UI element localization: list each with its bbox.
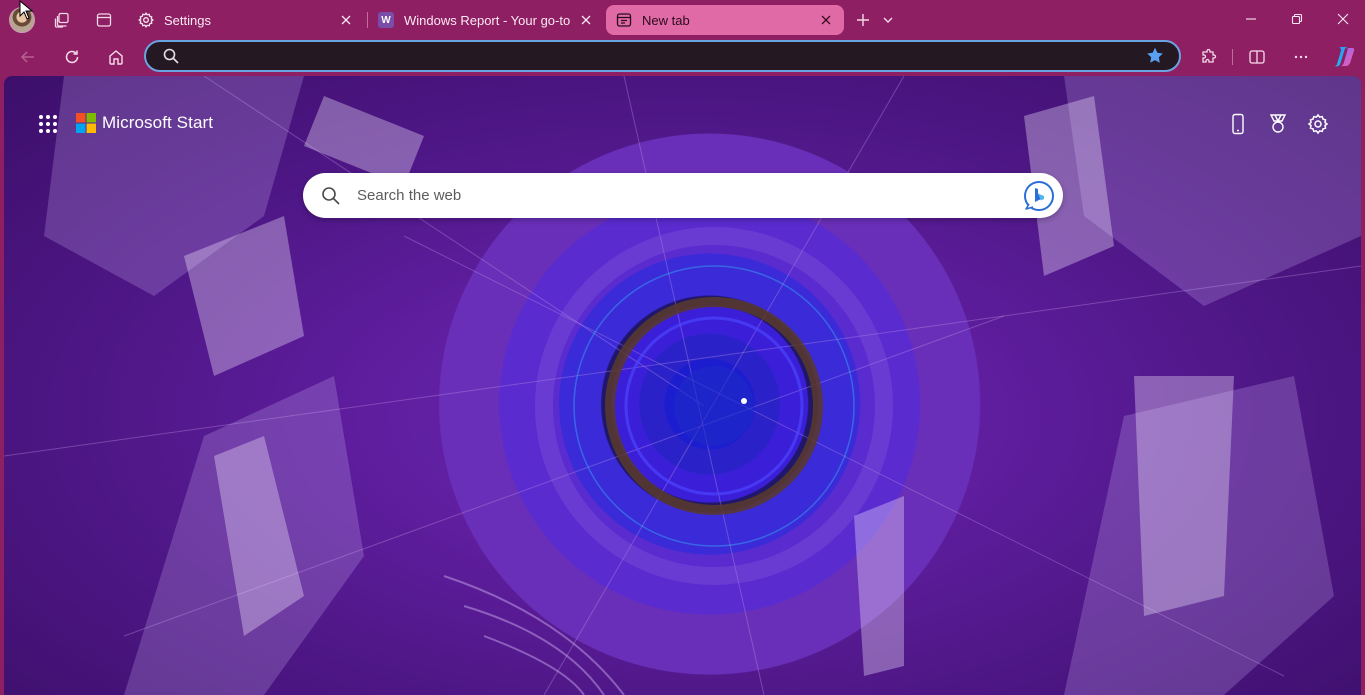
toolbar [0, 38, 1365, 76]
chevron-down-icon [883, 17, 893, 23]
home-icon [109, 50, 123, 65]
address-bar[interactable] [144, 40, 1181, 72]
new-tab-icon [616, 12, 632, 28]
home-button[interactable] [101, 42, 131, 72]
tab-actions-icon [96, 13, 112, 27]
tab-windows-report[interactable]: W Windows Report - Your go-to source [368, 5, 604, 35]
phone-icon [1232, 113, 1244, 135]
background-image [4, 76, 1361, 695]
arrow-left-icon [20, 51, 34, 63]
new-tab-page: Microsoft Start [4, 76, 1361, 695]
vertical-tabs-button[interactable] [90, 6, 118, 34]
windows-report-icon: W [378, 12, 394, 28]
close-icon [1337, 13, 1349, 25]
toolbar-separator [1232, 49, 1233, 65]
apps-grid-icon[interactable] [38, 114, 58, 134]
tab-new-tab[interactable]: New tab [606, 5, 844, 35]
web-search-box[interactable] [303, 173, 1063, 218]
refresh-icon [65, 50, 79, 64]
favorite-star-icon[interactable] [1145, 46, 1165, 66]
tab-settings[interactable]: Settings [128, 5, 364, 35]
close-icon [581, 15, 591, 25]
more-menu-button[interactable] [1286, 42, 1316, 72]
web-search-input[interactable] [341, 173, 1023, 218]
split-screen-button[interactable] [1242, 42, 1272, 72]
mobile-app-button[interactable] [1224, 110, 1252, 138]
close-tab-button[interactable] [818, 12, 834, 28]
rewards-medal-icon [1269, 114, 1287, 133]
minimize-button[interactable] [1228, 0, 1274, 38]
close-tab-button[interactable] [578, 12, 594, 28]
minimize-icon [1246, 18, 1256, 20]
puzzle-icon [1202, 48, 1217, 63]
tab-title: Windows Report - Your go-to source [404, 12, 572, 28]
close-icon [341, 15, 351, 25]
plus-icon [857, 14, 869, 26]
extensions-button[interactable] [1194, 42, 1224, 72]
gear-icon [138, 12, 154, 28]
workspaces-icon [54, 12, 69, 28]
copilot-icon [1334, 47, 1355, 67]
bing-chat-icon[interactable] [1023, 180, 1055, 212]
restore-icon [1291, 13, 1303, 25]
close-tab-button[interactable] [338, 12, 354, 28]
refresh-button[interactable] [57, 42, 87, 72]
tab-list-button[interactable] [874, 6, 902, 34]
back-button[interactable] [13, 42, 43, 72]
close-window-button[interactable] [1320, 0, 1365, 38]
new-tab-button[interactable] [849, 6, 877, 34]
address-input[interactable] [180, 42, 1145, 70]
workspaces-button[interactable] [48, 6, 76, 34]
split-screen-icon [1249, 50, 1265, 64]
tab-title: Settings [164, 12, 211, 28]
gear-icon [1307, 113, 1329, 135]
copilot-button[interactable] [1329, 42, 1359, 72]
brand-title[interactable]: Microsoft Start [102, 113, 213, 133]
tab-title: New tab [642, 12, 690, 28]
ellipsis-icon [1294, 55, 1308, 59]
microsoft-logo-icon [76, 113, 96, 133]
search-icon [163, 48, 179, 64]
rewards-button[interactable] [1264, 110, 1292, 138]
mouse-cursor-icon [19, 0, 33, 20]
tab-strip: Settings W Windows Report - Your go-to s… [0, 0, 1365, 40]
restore-button[interactable] [1274, 0, 1320, 38]
search-icon [322, 186, 340, 205]
page-settings-button[interactable] [1304, 110, 1332, 138]
close-icon [821, 15, 831, 25]
